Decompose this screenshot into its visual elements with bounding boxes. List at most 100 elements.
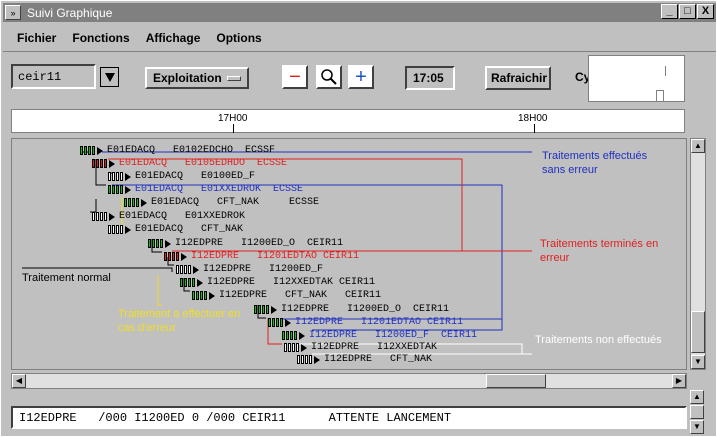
job-status-icon <box>192 291 216 300</box>
job-status-icon <box>282 331 306 340</box>
scroll-right-icon[interactable]: ▶ <box>672 374 686 388</box>
refresh-button[interactable]: Rafraichir <box>485 66 551 90</box>
job-status-icon <box>268 318 292 327</box>
overview-bar <box>656 90 664 102</box>
job-status-icon <box>108 185 132 194</box>
close-button[interactable]: X <box>697 4 714 19</box>
overview-marker <box>665 66 666 76</box>
job-label: I12EDPRE I1201EDTAO CEIR11 <box>191 251 360 262</box>
menu-fichier[interactable]: Fichier <box>17 31 56 45</box>
application-combo[interactable]: ceir11 <box>11 64 96 89</box>
system-menu-icon[interactable]: » <box>5 5 21 20</box>
option-indicator-icon <box>227 76 241 81</box>
job-node[interactable]: E01EDACQ CFT_NAK ECSSE <box>124 197 319 208</box>
job-node[interactable]: I12EDPRE I1200ED_O CEIR11 <box>148 238 343 249</box>
zoom-in-button[interactable]: + <box>348 65 374 89</box>
horizontal-scroll-thumb[interactable] <box>486 374 546 388</box>
job-status-icon <box>80 146 104 155</box>
suivi-window: » Suivi Graphique _ □ X Fichier Fonction… <box>0 0 717 437</box>
title-bar[interactable]: » Suivi Graphique _ □ X <box>3 3 716 22</box>
job-node[interactable]: E01EDACQ E01XXEDROK <box>92 211 245 222</box>
legend-normal: Traitement normal <box>22 272 111 284</box>
zoom-out-button[interactable]: − <box>282 65 308 89</box>
job-label: I12EDPRE CFT_NAK CEIR11 <box>219 290 382 301</box>
job-status-icon <box>148 239 172 248</box>
vertical-scroll-thumb[interactable] <box>691 311 705 353</box>
job-node[interactable]: I12EDPRE I1200ED_O CEIR11 <box>254 304 449 315</box>
menu-affichage[interactable]: Affichage <box>146 31 201 45</box>
job-label: I12EDPRE I1201EDTAO CEIR11 <box>295 317 464 328</box>
job-graph-canvas[interactable]: Traitements effectués sans erreur Traite… <box>11 138 687 370</box>
job-node[interactable]: E01EDACQ E0105EDHDO ECSSE <box>92 158 287 169</box>
magnifier-icon <box>321 69 337 85</box>
timeline-ruler: 17H00 18H00 <box>11 109 685 133</box>
job-status-icon <box>254 305 278 314</box>
job-label: E01EDACQ CFT_NAK <box>135 224 244 235</box>
job-node[interactable]: I12EDPRE I1201EDTAO CEIR11 <box>268 317 463 328</box>
job-node[interactable]: E01EDACQ E0102EDCHO ECSSF <box>80 145 275 156</box>
combo-dropdown-icon[interactable] <box>100 67 119 87</box>
status-bar: I12EDPRE /000 I1200ED 0 /000 CEIR11 ATTE… <box>11 406 687 429</box>
timeline-label: 17H00 <box>218 113 248 124</box>
job-label: E01EDACQ E0100ED_F <box>135 171 256 182</box>
clock-display: 17:05 <box>405 66 455 90</box>
job-label: E01EDACQ E0105EDHDO ECSSE <box>119 158 288 169</box>
job-status-icon <box>108 172 132 181</box>
vertical-scrollbar[interactable]: ▲ ▼ <box>690 138 706 370</box>
minimize-button[interactable]: _ <box>661 4 678 19</box>
status-scroll-up-icon[interactable]: ▲ <box>690 390 704 404</box>
job-label: E01EDACQ E0102EDCHO ECSSF <box>107 145 276 156</box>
status-scroll-thumb[interactable] <box>690 405 704 419</box>
timeline-tick <box>534 124 535 133</box>
job-node[interactable]: E01EDACQ CFT_NAK <box>108 224 243 235</box>
job-status-icon <box>180 278 204 287</box>
legend-done-error: Traitements terminés en erreur <box>540 238 659 264</box>
legend-on-error: Traitement a effectuer en cas d'erreur <box>118 308 241 334</box>
timeline-label: 18H00 <box>518 113 548 124</box>
menu-bar: Fichier Fonctions Affichage Options <box>3 25 716 52</box>
dependency-line <box>157 275 162 306</box>
job-node[interactable]: E01EDACQ E0100ED_F <box>108 171 255 182</box>
legend-done-ok: Traitements effectués sans erreur <box>542 150 648 176</box>
maximize-button[interactable]: □ <box>679 4 696 19</box>
horizontal-scrollbar[interactable]: ◀ ▶ <box>11 373 687 389</box>
job-label: I12EDPRE I1200ED_F CEIR11 <box>309 330 478 341</box>
job-status-icon <box>284 343 308 352</box>
status-scroll-down-icon[interactable]: ▼ <box>690 420 704 434</box>
job-label: I12EDPRE I1200ED_O CEIR11 <box>281 304 450 315</box>
job-node[interactable]: I12EDPRE I1200ED_F CEIR11 <box>282 330 477 341</box>
job-status-icon <box>92 212 116 221</box>
job-node[interactable]: I12EDPRE CFT_NAK CEIR11 <box>192 290 381 301</box>
status-scrollbar[interactable]: ▲ ▼ <box>690 390 706 434</box>
mode-option-menu[interactable]: Exploitation <box>145 67 249 89</box>
job-status-icon <box>297 355 321 364</box>
job-node[interactable]: I12EDPRE CFT_NAK <box>297 354 432 365</box>
job-label: I12EDPRE I12XXEDTAK <box>311 342 438 353</box>
job-label: I12EDPRE I1200ED_O CEIR11 <box>175 238 344 249</box>
legend-not-done: Traitements non effectués <box>535 334 662 346</box>
job-node[interactable]: I12EDPRE I12XXEDTAK <box>284 342 437 353</box>
job-status-icon <box>108 225 132 234</box>
job-node[interactable]: I12EDPRE I12XXEDTAK CEIR11 <box>180 277 375 288</box>
scroll-down-icon[interactable]: ▼ <box>691 355 705 369</box>
job-label: I12EDPRE I1200ED_F <box>203 264 324 275</box>
job-label: E01EDACQ E01XXEDROK ECSSE <box>135 184 304 195</box>
job-label: E01EDACQ E01XXEDROK <box>119 211 246 222</box>
job-status-icon <box>176 265 200 274</box>
job-node[interactable]: I12EDPRE I1201EDTAO CEIR11 <box>164 251 359 262</box>
overview-panel[interactable] <box>588 55 685 102</box>
window-title: Suivi Graphique <box>27 5 113 20</box>
menu-options[interactable]: Options <box>216 31 261 45</box>
scroll-left-icon[interactable]: ◀ <box>12 374 26 388</box>
job-node[interactable]: E01EDACQ E01XXEDROK ECSSE <box>108 184 303 195</box>
job-node[interactable]: I12EDPRE I1200ED_F <box>176 264 323 275</box>
scroll-up-icon[interactable]: ▲ <box>691 139 705 153</box>
job-status-icon <box>164 252 188 261</box>
timeline-tick <box>233 124 234 133</box>
job-status-icon <box>124 198 148 207</box>
menu-fonctions[interactable]: Fonctions <box>72 31 129 45</box>
job-label: E01EDACQ CFT_NAK ECSSE <box>151 197 320 208</box>
job-label: I12EDPRE I12XXEDTAK CEIR11 <box>207 277 376 288</box>
magnifier-button[interactable] <box>316 65 342 89</box>
job-label: I12EDPRE CFT_NAK <box>324 354 433 365</box>
